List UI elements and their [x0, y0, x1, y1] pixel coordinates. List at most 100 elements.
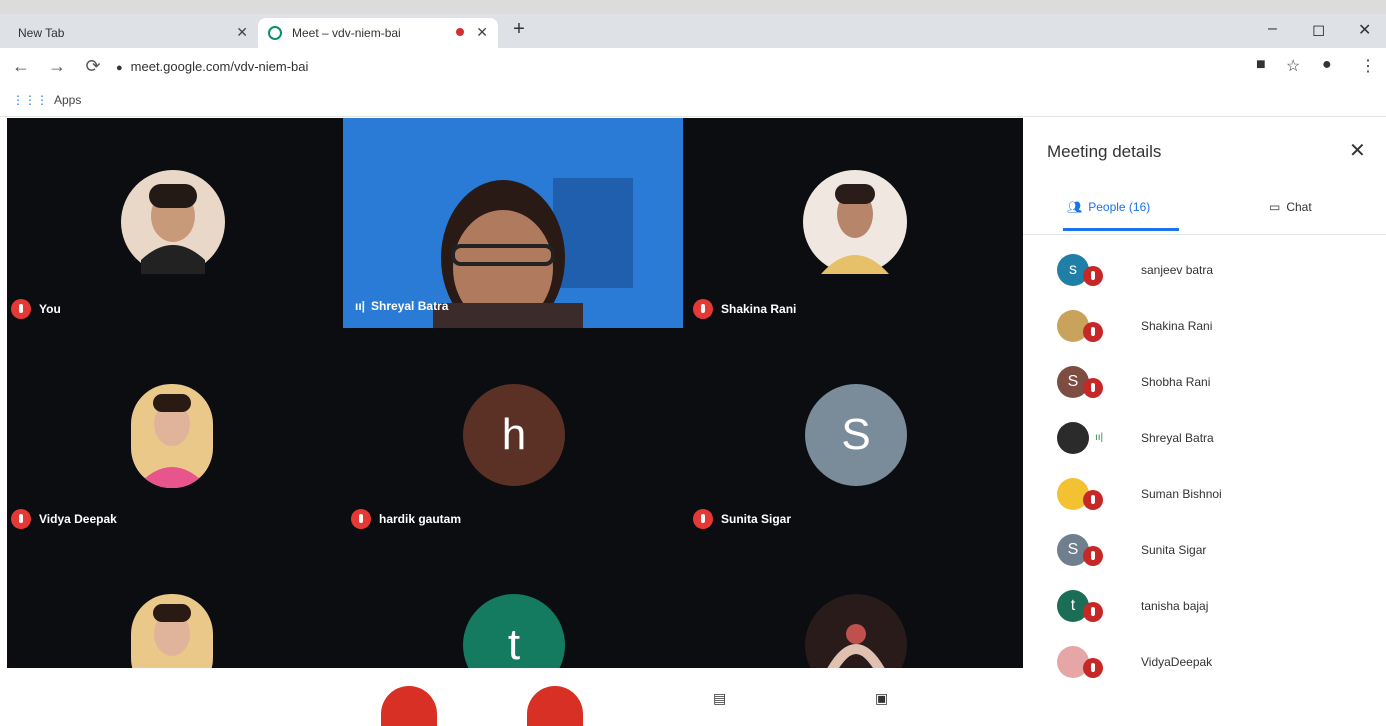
participant-name: Sunita Sigar [693, 509, 791, 529]
mic-off-icon [1083, 266, 1103, 286]
participant-photo-graphic [121, 170, 225, 274]
url-field[interactable]: ● meet.google.com/vdv-niem-bai [116, 56, 1236, 78]
tab-label: Meet – vdv-niem-bai [292, 26, 401, 40]
participant-tile[interactable]: h hardik gautam [343, 328, 683, 538]
participant-photo-graphic [805, 594, 907, 668]
apps-grid-icon: ⋮⋮⋮ [12, 93, 48, 107]
participant-list-item[interactable]: S Shobha Rani [1023, 358, 1386, 414]
participant-name: Vidya Deepak [11, 509, 117, 529]
participant-photo [131, 594, 213, 668]
star-icon[interactable]: ☆ [1286, 56, 1300, 76]
mic-off-icon [1083, 658, 1103, 678]
mic-off-icon [1083, 490, 1103, 510]
tab-people[interactable]: 👥︎ People (16) [1067, 200, 1150, 214]
participant-list-item[interactable]: t tanisha bajaj [1023, 582, 1386, 638]
speaking-icon: ıı| [1095, 432, 1104, 443]
close-icon[interactable]: ✕ [236, 24, 248, 41]
participant-name: Shreyal Batra [1141, 431, 1214, 445]
lock-icon: ● [116, 62, 123, 74]
avatar [1057, 422, 1089, 454]
tab-chat[interactable]: ▭ Chat [1269, 200, 1312, 214]
back-icon[interactable]: ← [10, 56, 32, 77]
participant-photo [131, 384, 213, 488]
close-panel-icon[interactable]: ✕ [1349, 138, 1366, 163]
panel-title: Meeting details [1047, 142, 1162, 161]
participant-avatar-letter: S [805, 384, 907, 486]
participant-tile[interactable] [683, 538, 1023, 668]
people-icon: 👥︎ [1067, 200, 1083, 214]
mic-off-icon [1083, 322, 1103, 342]
bookmarks-bar: ⋮⋮⋮ Apps [0, 86, 1386, 117]
maximize-button[interactable]: ◻ [1312, 20, 1325, 40]
reload-icon[interactable]: ⟳ [82, 56, 104, 77]
speaking-icon: ıı| [355, 299, 366, 313]
participant-list-item[interactable]: ıı| Shreyal Batra [1023, 414, 1386, 470]
participant-list-item[interactable]: s sanjeev batra [1023, 246, 1386, 302]
captions-icon[interactable]: ▤ [713, 690, 726, 707]
name-text: Sunita Sigar [721, 512, 792, 526]
name-text: You [39, 302, 61, 316]
participant-name: VidyaDeepak [1141, 655, 1213, 669]
participant-tile[interactable]: Shakina Rani [683, 118, 1023, 328]
camera-icon[interactable]: ■ [1256, 56, 1266, 74]
participant-name: sanjeev batra [1141, 263, 1214, 277]
tab-meet[interactable]: Meet – vdv-niem-bai ✕ [258, 18, 498, 48]
meeting-controls-bar: ▤ ▣ [7, 668, 1023, 726]
meet-favicon [268, 26, 282, 40]
participant-name: You [11, 299, 61, 319]
participant-name: ıı| Shreyal Batra [355, 299, 448, 313]
mic-off-icon [351, 509, 371, 529]
participant-tile[interactable]: S Sunita Sigar [683, 328, 1023, 538]
participant-tile[interactable]: t [343, 538, 683, 668]
active-tab-indicator [1063, 228, 1179, 231]
mic-off-icon [1083, 602, 1103, 622]
participant-name: Sunita Sigar [1141, 543, 1207, 557]
participant-photo [803, 170, 907, 274]
close-window-button[interactable]: ✕ [1358, 20, 1371, 40]
mic-toggle-button[interactable] [381, 686, 437, 726]
participant-tile-active-video[interactable]: ıı| Shreyal Batra [343, 118, 683, 328]
participant-photo-graphic [131, 594, 213, 668]
tab-bar: New Tab ✕ Meet – vdv-niem-bai ✕ [0, 14, 1386, 48]
tab-new-tab[interactable]: New Tab ✕ [8, 18, 258, 48]
name-text: Shreyal Batra [371, 299, 449, 313]
name-text: hardik gautam [379, 512, 462, 526]
forward-icon[interactable]: → [46, 56, 68, 77]
video-feed [343, 118, 683, 328]
participant-list-item[interactable]: Suman Bishnoi [1023, 470, 1386, 526]
meeting-details-panel: Meeting details ✕ 👥︎ People (16) ▭ Chat s … [1023, 118, 1386, 706]
participant-list-item[interactable]: VidyaDeepak [1023, 638, 1386, 694]
tab-label: New Tab [18, 26, 65, 40]
mic-off-icon [1083, 546, 1103, 566]
video-grid: You ıı| Shreyal Batra Shakina Rani Vidya … [7, 118, 1023, 668]
profile-icon[interactable]: ● [1322, 56, 1332, 74]
mic-off-icon [11, 509, 31, 529]
participant-name: tanisha bajaj [1141, 599, 1209, 613]
tab-people-label: People (16) [1088, 200, 1151, 214]
camera-toggle-button[interactable] [527, 686, 583, 726]
recording-dot-icon [456, 28, 464, 36]
apps-bookmark[interactable]: ⋮⋮⋮ Apps [12, 93, 81, 107]
apps-label: Apps [54, 93, 82, 107]
chat-icon: ▭ [1269, 200, 1281, 214]
new-tab-button[interactable]: + [508, 18, 530, 40]
close-icon[interactable]: ✕ [476, 24, 488, 41]
participant-name: Suman Bishnoi [1141, 487, 1222, 501]
participant-photo [121, 170, 225, 274]
url-text: meet.google.com/vdv-niem-bai [130, 59, 309, 74]
participant-name: Shakina Rani [693, 299, 796, 319]
tab-chat-label: Chat [1286, 200, 1312, 214]
present-screen-icon[interactable]: ▣ [875, 690, 888, 707]
menu-kebab-icon[interactable]: ⋮ [1360, 56, 1376, 76]
participant-list-item[interactable]: S Sunita Sigar [1023, 526, 1386, 582]
top-strip [0, 0, 1386, 14]
participant-list-item[interactable]: Shakina Rani [1023, 302, 1386, 358]
minimize-button[interactable]: – [1268, 20, 1277, 38]
address-bar: ← → ⟳ ● meet.google.com/vdv-niem-bai ■ ☆ … [0, 48, 1386, 86]
participant-tile[interactable]: Vidya Deepak [7, 328, 343, 538]
participant-avatar-letter: t [463, 594, 565, 668]
participant-tile[interactable]: You [7, 118, 343, 328]
participant-photo-graphic [803, 170, 907, 274]
name-text: Vidya Deepak [39, 512, 117, 526]
participant-tile[interactable] [7, 538, 343, 668]
